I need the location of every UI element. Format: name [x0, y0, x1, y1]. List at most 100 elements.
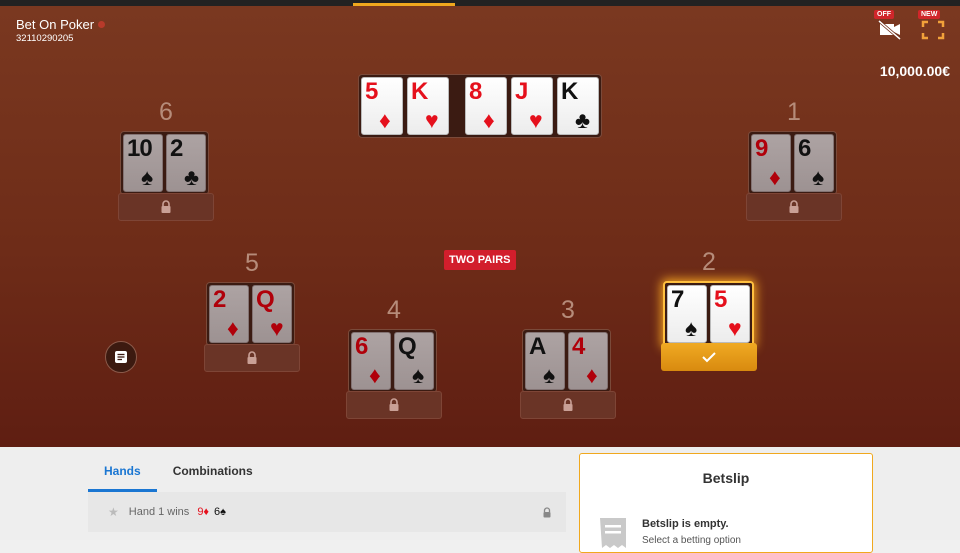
board-card: J ♥ — [511, 77, 553, 135]
star-icon[interactable]: ★ — [108, 505, 119, 519]
card-rank: Q — [398, 333, 417, 360]
card-rank: 5 — [714, 286, 727, 313]
hand-card: 6 ♦ — [351, 332, 391, 390]
game-title: Bet On Poker — [16, 17, 106, 32]
card-suit: ♠ — [685, 315, 698, 341]
hands-tabs: Hands Combinations — [88, 447, 566, 492]
tab-combinations[interactable]: Combinations — [157, 447, 269, 492]
board-card: 5 ♦ — [361, 77, 403, 135]
board-card: K ♥ — [407, 77, 449, 135]
card-suit: ♦ — [227, 315, 239, 341]
video-off-badge: OFF — [874, 10, 894, 19]
card-rank: 5 — [365, 78, 378, 105]
card-rank: A — [529, 333, 546, 360]
hand-card: A ♠ — [525, 332, 565, 390]
card-rank: K — [561, 78, 578, 105]
card-rank: 2 — [170, 135, 183, 162]
lock-icon — [247, 351, 257, 364]
hand-card: 6 ♠ — [794, 134, 834, 192]
hand-cards[interactable]: 6 ♦ Q ♠ — [348, 329, 437, 393]
card-rank: 6 — [355, 333, 368, 360]
board-cards: 5 ♦ K ♥ 8 ♦ J ♥ K ♣ — [358, 74, 602, 138]
betslip-empty-text: Betslip is empty. — [642, 518, 729, 530]
card-suit: ♣ — [184, 164, 200, 190]
lock-icon — [161, 200, 171, 213]
hand-lock-button[interactable] — [118, 193, 214, 221]
card-rank: 4 — [572, 333, 585, 360]
board-card: K ♣ — [557, 77, 599, 135]
card-suit: ♦ — [586, 362, 598, 388]
hand-card: Q ♥ — [252, 285, 292, 343]
hand-number: 6 — [159, 98, 173, 126]
card-suit: ♠ — [141, 164, 154, 190]
hand-card: 9 ♦ — [751, 134, 791, 192]
combination-badge: TWO PAIRS — [444, 250, 516, 270]
card-suit: ♥ — [728, 315, 742, 341]
hand-row-label: Hand 1 wins — [128, 506, 190, 518]
notes-button[interactable] — [105, 341, 137, 373]
live-dot — [98, 21, 106, 28]
video-toggle-button[interactable]: OFF — [874, 10, 904, 44]
hand-lock-button[interactable] — [746, 193, 842, 221]
hand-card: 2 ♦ — [209, 285, 249, 343]
poker-table: Bet On Poker 32110290205 OFF NEW 10,000.… — [0, 6, 960, 447]
hand-lock-button[interactable] — [204, 344, 300, 372]
hand-number: 5 — [245, 249, 259, 277]
card-suit: ♠ — [543, 362, 556, 388]
hand-lock-button[interactable] — [346, 391, 442, 419]
card-rank: 2 — [213, 286, 226, 313]
hand-cards[interactable]: 9 ♦ 6 ♠ — [748, 131, 837, 195]
lock-icon — [389, 398, 399, 411]
card-suit: ♣ — [575, 107, 591, 133]
card-rank: 8 — [469, 78, 482, 105]
hand-lock-button[interactable] — [520, 391, 616, 419]
lock-icon — [789, 200, 799, 213]
game-id: 32110290205 — [16, 33, 74, 44]
hand-cards[interactable]: 7 ♠ 5 ♥ — [663, 281, 754, 347]
lock-icon — [543, 507, 551, 518]
hand-card: 4 ♦ — [568, 332, 608, 390]
card-rank: Q — [256, 286, 275, 313]
hand-card: Q ♠ — [394, 332, 434, 390]
card-suit: ♦ — [379, 107, 391, 133]
receipt-icon — [600, 518, 626, 548]
hand-row-card-2: 6♠ — [214, 506, 227, 518]
check-icon — [702, 352, 716, 363]
card-suit: ♦ — [769, 164, 781, 190]
betslip-panel: Betslip Betslip is empty. Select a betti… — [579, 453, 873, 553]
hand-card: 5 ♥ — [710, 285, 750, 343]
fullscreen-button[interactable]: NEW — [918, 10, 948, 44]
card-rank: K — [411, 78, 428, 105]
hand-number: 3 — [561, 296, 575, 324]
card-rank: 6 — [798, 135, 811, 162]
hand-card: 7 ♠ — [667, 285, 707, 343]
card-suit: ♥ — [425, 107, 439, 133]
card-suit: ♦ — [369, 362, 381, 388]
card-rank: J — [515, 78, 528, 105]
bottom-panel: Hands Combinations ★ Hand 1 wins 9♦ 6♠ B… — [0, 447, 960, 553]
card-suit: ♠ — [812, 164, 825, 190]
card-rank: 10 — [127, 135, 153, 162]
selected-hand-button[interactable] — [661, 343, 757, 371]
hand-number: 1 — [787, 98, 801, 126]
notes-icon — [115, 351, 127, 363]
hand-cards[interactable]: 10 ♠ 2 ♣ — [120, 131, 209, 195]
hand-row-card-1: 9♦ — [197, 506, 210, 518]
betslip-title: Betslip — [702, 470, 750, 486]
card-rank: 7 — [671, 286, 684, 313]
new-badge: NEW — [918, 10, 941, 19]
hand-number: 4 — [387, 296, 401, 324]
card-suit: ♥ — [529, 107, 543, 133]
hand-number: 2 — [702, 248, 716, 276]
card-suit: ♠ — [412, 362, 425, 388]
hand-cards[interactable]: 2 ♦ Q ♥ — [206, 282, 295, 346]
card-suit: ♦ — [483, 107, 495, 133]
card-rank: 9 — [755, 135, 768, 162]
balance: 10,000.00€ — [879, 63, 950, 79]
betslip-hint: Select a betting option — [642, 535, 741, 546]
hand-cards[interactable]: A ♠ 4 ♦ — [522, 329, 611, 393]
hand-card: 10 ♠ — [123, 134, 163, 192]
tab-hands[interactable]: Hands — [88, 447, 157, 492]
hand-row[interactable]: ★ Hand 1 wins 9♦ 6♠ — [88, 492, 566, 532]
board-card: 8 ♦ — [465, 77, 507, 135]
